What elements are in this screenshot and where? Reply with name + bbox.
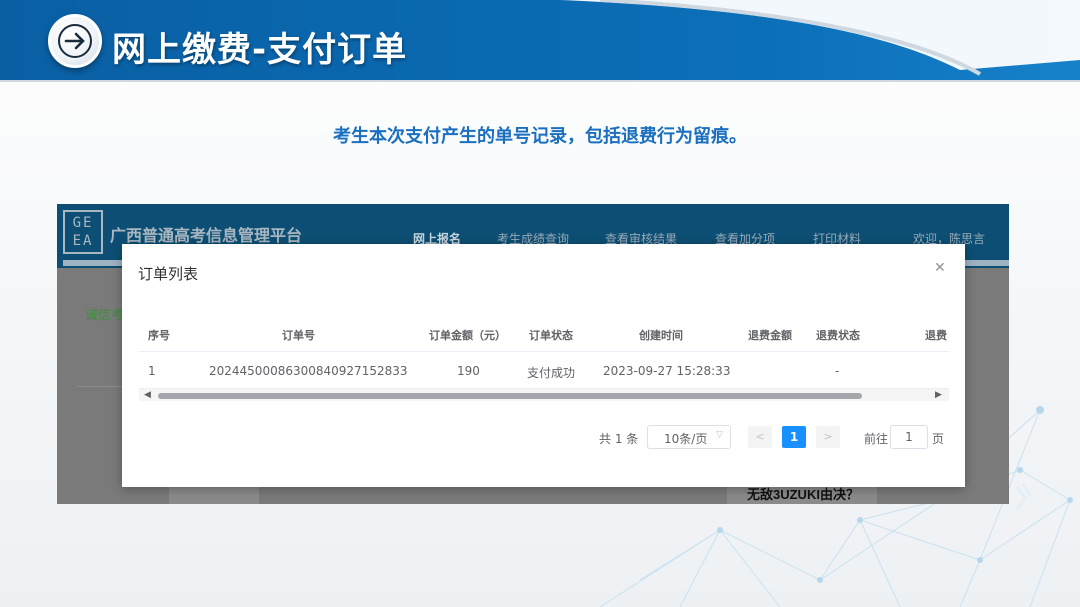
page-button-current[interactable]: 1	[782, 426, 806, 448]
panel-bottom-left	[169, 487, 259, 504]
next-page-button[interactable]: >	[816, 426, 840, 448]
slide-header: 网上缴费-支付订单	[0, 0, 1080, 82]
cell-status: 支付成功	[527, 366, 576, 380]
col-created: 创建时间	[639, 329, 683, 342]
page-size-select[interactable]: 10条/页 ▽	[647, 425, 731, 449]
pager-total: 共 1 条	[599, 432, 639, 446]
col-index: 序号	[148, 329, 170, 342]
horizontal-scrollbar[interactable]: ◀ ▶	[139, 389, 949, 401]
goto-label: 前往	[864, 432, 889, 446]
watermark-icon	[1015, 483, 1033, 511]
cell-order-no: 202445000863008409271528​33	[209, 364, 408, 378]
slide-subtitle: 考生本次支付产生的单号记录，包括退费行为留痕。	[333, 126, 747, 147]
scrollbar-thumb[interactable]	[158, 393, 862, 399]
col-amount: 订单金额（元）	[429, 329, 506, 342]
cell-refund-status: -	[835, 364, 840, 378]
prev-page-button[interactable]: <	[748, 426, 772, 448]
scroll-right-icon[interactable]: ▶	[935, 390, 942, 400]
col-order-no: 订单号	[282, 329, 315, 342]
scroll-left-icon[interactable]: ◀	[144, 390, 151, 400]
table-header: 序号 订单号 订单金额（元） 订单状态 创建时间 退费金额 退费状态 退费	[139, 316, 949, 352]
cell-created: 2023-09-27 15:28:33	[603, 364, 731, 378]
cell-index: 1	[148, 364, 156, 378]
app-logo: GE EA	[63, 210, 103, 254]
goto-page-input[interactable]: 1	[890, 425, 928, 449]
page-size-value: 10条/页	[664, 432, 708, 446]
close-icon[interactable]: ✕	[934, 260, 946, 276]
col-refund-amount: 退费金额	[748, 329, 792, 342]
arrow-right-icon	[48, 14, 102, 68]
col-refund-status: 退费状态	[816, 329, 860, 342]
modal-title: 订单列表	[138, 265, 199, 283]
slide-title: 网上缴费-支付订单	[112, 30, 408, 70]
chevron-down-icon: ▽	[716, 430, 723, 440]
app-name: 广西普通高考信息管理平台	[110, 226, 303, 245]
order-list-modal: 订单列表 ✕ 序号 订单号 订单金额（元） 订单状态 创建时间 退费金额 退费状…	[122, 244, 965, 487]
table-row[interactable]: 1 202445000863008409271528​33 190 支付成功 2…	[139, 352, 949, 389]
col-refund: 退费	[925, 329, 947, 342]
page-word: 页	[932, 432, 945, 446]
cell-amount: 190	[457, 364, 480, 378]
integrity-text: 诚信考	[85, 308, 125, 323]
col-status: 订单状态	[529, 329, 573, 342]
